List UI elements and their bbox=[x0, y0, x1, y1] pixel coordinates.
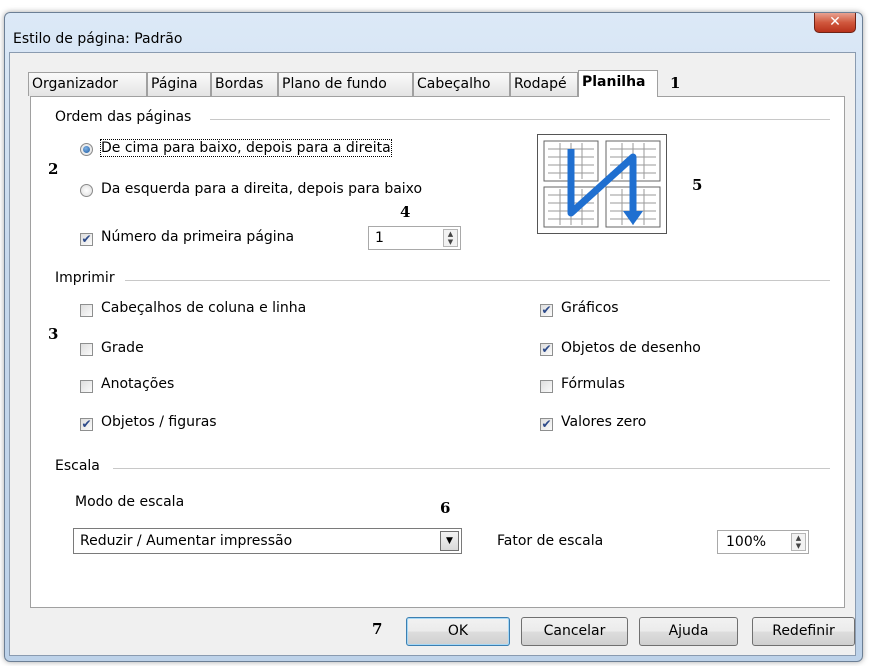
marker-4: 4 bbox=[400, 203, 411, 221]
page-order-preview-icon bbox=[543, 140, 661, 228]
help-button-label: Ajuda bbox=[668, 623, 709, 639]
spin-arrows[interactable]: ▲ ▼ bbox=[443, 229, 458, 247]
scale-mode-value: Reduzir / Aumentar impressão bbox=[80, 533, 293, 549]
checkbox-zero-values-label[interactable]: Valores zero bbox=[561, 414, 646, 430]
cancel-button[interactable]: Cancelar bbox=[521, 617, 628, 646]
tab-plano-de-fundo[interactable]: Plano de fundo bbox=[278, 72, 413, 96]
spin-up-icon[interactable]: ▲ bbox=[792, 534, 805, 542]
scale-factor-value: 100% bbox=[726, 534, 767, 550]
tab-label: Planilha bbox=[582, 74, 646, 90]
tab-rodape[interactable]: Rodapé bbox=[510, 72, 578, 96]
tab-bordas[interactable]: Bordas bbox=[211, 72, 278, 96]
help-button[interactable]: Ajuda bbox=[639, 617, 738, 646]
reset-button-label: Redefinir bbox=[772, 623, 835, 639]
checkbox-charts[interactable]: ✔ bbox=[540, 304, 553, 317]
checkbox-column-row-headers[interactable] bbox=[80, 304, 93, 317]
checkmark-icon: ✔ bbox=[541, 417, 552, 431]
marker-2: 2 bbox=[48, 160, 59, 178]
reset-button[interactable]: Redefinir bbox=[752, 617, 855, 646]
checkbox-drawing-objects[interactable]: ✔ bbox=[540, 343, 553, 356]
checkmark-icon: ✔ bbox=[541, 342, 552, 356]
tab-label: Página bbox=[151, 76, 198, 92]
tab-cabecalho[interactable]: Cabeçalho bbox=[413, 72, 510, 96]
radio-left-to-right[interactable] bbox=[80, 184, 93, 197]
checkmark-icon: ✔ bbox=[81, 417, 92, 431]
tab-label: Bordas bbox=[215, 76, 264, 92]
checkbox-objects-figures-label[interactable]: Objetos / figuras bbox=[101, 414, 217, 430]
tab-organizador[interactable]: Organizador bbox=[28, 72, 147, 96]
marker-7: 7 bbox=[372, 620, 383, 638]
spin-arrows[interactable]: ▲ ▼ bbox=[791, 533, 806, 551]
checkbox-first-page-number-label[interactable]: Número da primeira página bbox=[101, 229, 294, 245]
ok-button-label: OK bbox=[447, 623, 469, 639]
checkbox-drawing-objects-label[interactable]: Objetos de desenho bbox=[561, 340, 701, 356]
section-title-print: Imprimir bbox=[55, 270, 115, 286]
scale-factor-label: Fator de escala bbox=[497, 533, 604, 549]
section-divider bbox=[210, 119, 830, 120]
checkbox-first-page-number[interactable]: ✔ bbox=[80, 233, 93, 246]
tab-label: Plano de fundo bbox=[282, 76, 387, 92]
checkbox-formulas-label[interactable]: Fórmulas bbox=[561, 376, 625, 392]
marker-3: 3 bbox=[48, 325, 59, 343]
checkbox-objects-figures[interactable]: ✔ bbox=[80, 418, 93, 431]
ok-button[interactable]: OK bbox=[406, 617, 510, 646]
tab-pagina[interactable]: Página bbox=[147, 72, 211, 96]
chevron-down-icon[interactable]: ▼ bbox=[440, 531, 459, 551]
checkbox-charts-label[interactable]: Gráficos bbox=[561, 300, 619, 316]
radio-top-to-bottom-label[interactable]: De cima para baixo, depois para a direit… bbox=[100, 139, 392, 157]
radio-top-to-bottom[interactable] bbox=[80, 143, 93, 156]
checkbox-column-row-headers-label[interactable]: Cabeçalhos de coluna e linha bbox=[101, 300, 306, 316]
marker-1: 1 bbox=[670, 74, 681, 92]
tab-planilha[interactable]: Planilha bbox=[578, 70, 658, 97]
checkmark-icon: ✔ bbox=[541, 303, 552, 317]
section-divider bbox=[113, 468, 830, 469]
checkbox-formulas[interactable] bbox=[540, 380, 553, 393]
marker-6: 6 bbox=[440, 499, 451, 517]
checkbox-grid[interactable] bbox=[80, 343, 93, 356]
checkbox-annotations[interactable] bbox=[80, 380, 93, 393]
scale-mode-label: Modo de escala bbox=[75, 494, 185, 510]
marker-5: 5 bbox=[692, 176, 703, 194]
scale-mode-select[interactable]: Reduzir / Aumentar impressão ▼ bbox=[73, 528, 462, 554]
scale-factor-spinner[interactable]: 100% ▲ ▼ bbox=[717, 530, 809, 554]
tab-label: Cabeçalho bbox=[417, 76, 491, 92]
tab-label: Rodapé bbox=[514, 76, 567, 92]
checkbox-annotations-label[interactable]: Anotações bbox=[101, 376, 174, 392]
page-order-preview bbox=[537, 134, 667, 234]
first-page-number-value: 1 bbox=[375, 230, 384, 246]
close-icon: ✕ bbox=[829, 14, 841, 30]
section-title-scale: Escala bbox=[55, 458, 100, 474]
tab-label: Organizador bbox=[32, 76, 118, 92]
checkbox-grid-label[interactable]: Grade bbox=[101, 340, 144, 356]
checkbox-zero-values[interactable]: ✔ bbox=[540, 418, 553, 431]
window-title: Estilo de página: Padrão bbox=[13, 31, 183, 47]
section-title-page-order: Ordem das páginas bbox=[55, 109, 192, 125]
spin-down-icon[interactable]: ▼ bbox=[444, 238, 457, 246]
first-page-number-spinner[interactable]: 1 ▲ ▼ bbox=[368, 226, 461, 250]
close-button[interactable]: ✕ bbox=[814, 13, 856, 33]
checkmark-icon: ✔ bbox=[81, 232, 92, 246]
spin-up-icon[interactable]: ▲ bbox=[444, 230, 457, 238]
spin-down-icon[interactable]: ▼ bbox=[792, 542, 805, 550]
cancel-button-label: Cancelar bbox=[543, 623, 606, 639]
radio-left-to-right-label[interactable]: Da esquerda para a direita, depois para … bbox=[101, 181, 422, 197]
section-divider bbox=[125, 280, 830, 281]
